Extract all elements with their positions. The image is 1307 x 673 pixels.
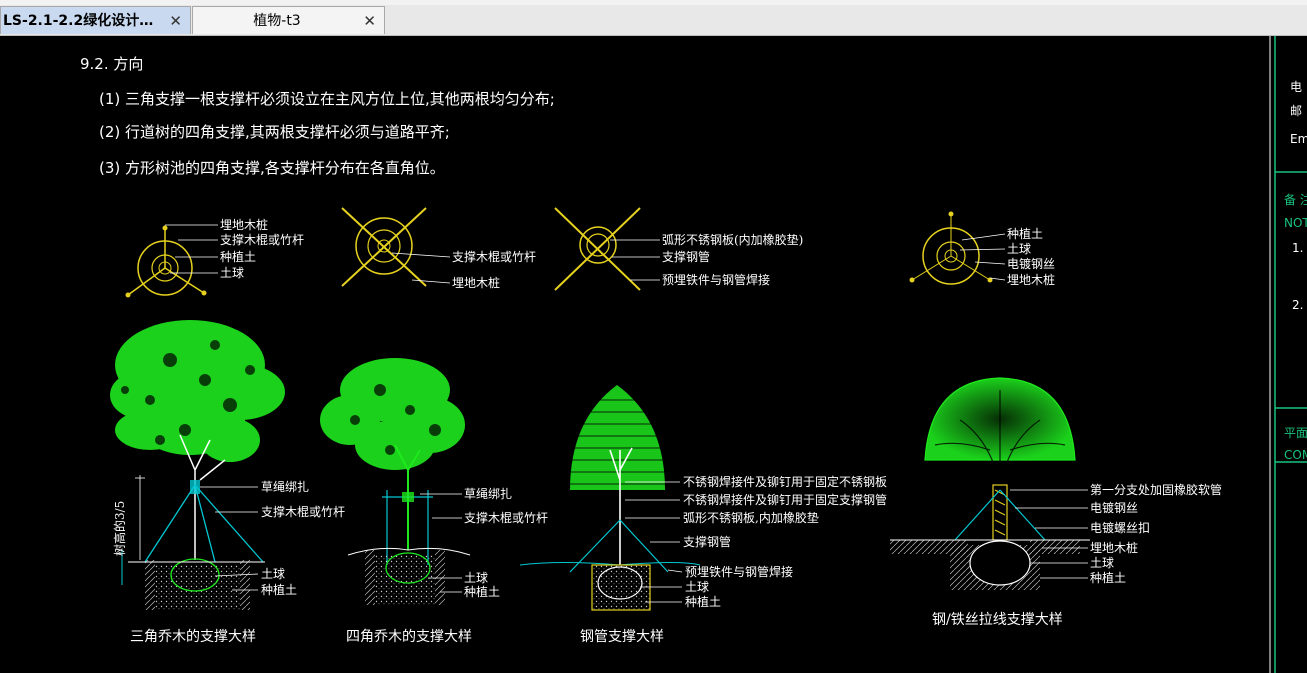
annotation: 土球	[464, 571, 488, 585]
tab-ls-greening[interactable]: LS-2.1-2.2绿化设计… ✕	[0, 6, 191, 34]
comp-label: COM	[1284, 448, 1307, 462]
section-heading: 9.2. 方向	[80, 55, 143, 73]
plan-four-corner	[341, 207, 451, 287]
detail-four-corner-tree	[320, 358, 471, 605]
annotation: 土球	[685, 580, 709, 594]
detail-caption: 钢/铁丝拉线支撑大样	[932, 612, 1063, 628]
annotation: 支撑木棍或竹杆	[261, 504, 345, 519]
section-item: (3) 方形树池的四角支撑,各支撑杆分布在各直角位。	[99, 159, 445, 177]
close-icon[interactable]: ✕	[169, 7, 182, 35]
dimension-label: 树高的3/5	[112, 501, 127, 556]
detail-steel-pipe-tree	[519, 385, 701, 611]
annotation: 土球	[1007, 242, 1031, 256]
section-item: (2) 行道树的四角支撑,其两根支撑杆必须与道路平齐;	[99, 123, 450, 141]
detail-caption: 三角乔木的支撑大样	[130, 629, 256, 645]
annotation: 支撑钢管	[683, 534, 731, 549]
tab-bar-strip	[0, 0, 1307, 5]
remark-label: 备 注	[1284, 192, 1307, 207]
annotation: 预埋铁件与钢管焊接	[685, 564, 793, 579]
section-item: (1) 三角支撑一根支撑杆必须设立在主风方位上位,其他两根均匀分布;	[99, 90, 555, 108]
annotation: 不锈钢焊接件及铆钉用于固定不锈钢板	[683, 474, 887, 489]
plan-label: 平面	[1284, 426, 1307, 440]
annotation: 土球	[1090, 556, 1114, 570]
annotation: 电镀钢丝	[1090, 501, 1138, 515]
annotation: 种植土	[1007, 226, 1043, 241]
annotation: 土球	[261, 567, 285, 581]
annotation: 支撑钢管	[662, 249, 710, 264]
annotation: 埋地木桩	[452, 275, 500, 290]
plan-triangle	[125, 224, 218, 298]
annotation: 支撑木棍或竹杆	[464, 510, 548, 525]
detail-caption: 钢管支撑大样	[580, 629, 664, 645]
plan-wire	[909, 211, 1006, 285]
detail-caption: 四角乔木的支撑大样	[346, 629, 472, 645]
drawing-canvas[interactable]: 电 邮 Em 备 注 NOTE 1. 2. 平面 COM 9.2. 方向 (1)…	[0, 36, 1307, 673]
annotation: 预埋铁件与钢管焊接	[662, 272, 770, 287]
annotation: 电镀钢丝	[1007, 257, 1055, 271]
annotation: 不锈钢焊接件及铆钉用于固定支撑钢管	[683, 492, 887, 507]
right-text-3: Em	[1290, 132, 1307, 146]
plan-steel-pipe	[554, 207, 660, 291]
annotation: 弧形不锈钢板(内加橡胶垫)	[662, 232, 803, 247]
annotation: 支撑木棍或竹杆	[452, 249, 536, 264]
annotation: 种植土	[685, 594, 721, 609]
note-1: 1.	[1292, 241, 1303, 255]
annotation: 支撑木棍或竹杆	[220, 232, 304, 247]
note-2: 2.	[1292, 298, 1303, 312]
tab-plants-t3[interactable]: 植物-t3 ✕	[192, 6, 385, 34]
tab-bar: LS-2.1-2.2绿化设计… ✕ 植物-t3 ✕	[0, 0, 1307, 36]
close-icon[interactable]: ✕	[363, 7, 376, 35]
annotation: 种植土	[464, 584, 500, 599]
annotation: 种植土	[1090, 570, 1126, 585]
annotation: 埋地木桩	[1090, 540, 1138, 555]
detail-triangle-tree	[110, 320, 285, 610]
detail-wire-tree	[890, 377, 1090, 590]
cad-drawing: 电 邮 Em 备 注 NOTE 1. 2. 平面 COM 9.2. 方向 (1)…	[80, 36, 1307, 673]
right-text-1: 电	[1290, 80, 1302, 94]
annotation: 电镀螺丝扣	[1090, 521, 1150, 535]
notes-label: NOTE	[1284, 216, 1307, 230]
tab-label: 植物-t3	[253, 13, 301, 29]
annotation: 弧形不锈钢板,内加橡胶垫	[683, 510, 819, 525]
annotation: 第一分支处加固橡胶软管	[1090, 482, 1222, 497]
annotation: 种植土	[220, 249, 256, 264]
annotation: 土球	[220, 266, 244, 280]
annotation: 埋地木桩	[220, 217, 268, 232]
annotation: 草绳绑扎	[261, 480, 309, 494]
annotation: 草绳绑扎	[464, 487, 512, 501]
annotation: 埋地木桩	[1007, 272, 1055, 287]
annotation: 种植土	[261, 582, 297, 597]
right-text-2: 邮	[1290, 104, 1302, 118]
tab-label: LS-2.1-2.2绿化设计…	[3, 13, 154, 29]
